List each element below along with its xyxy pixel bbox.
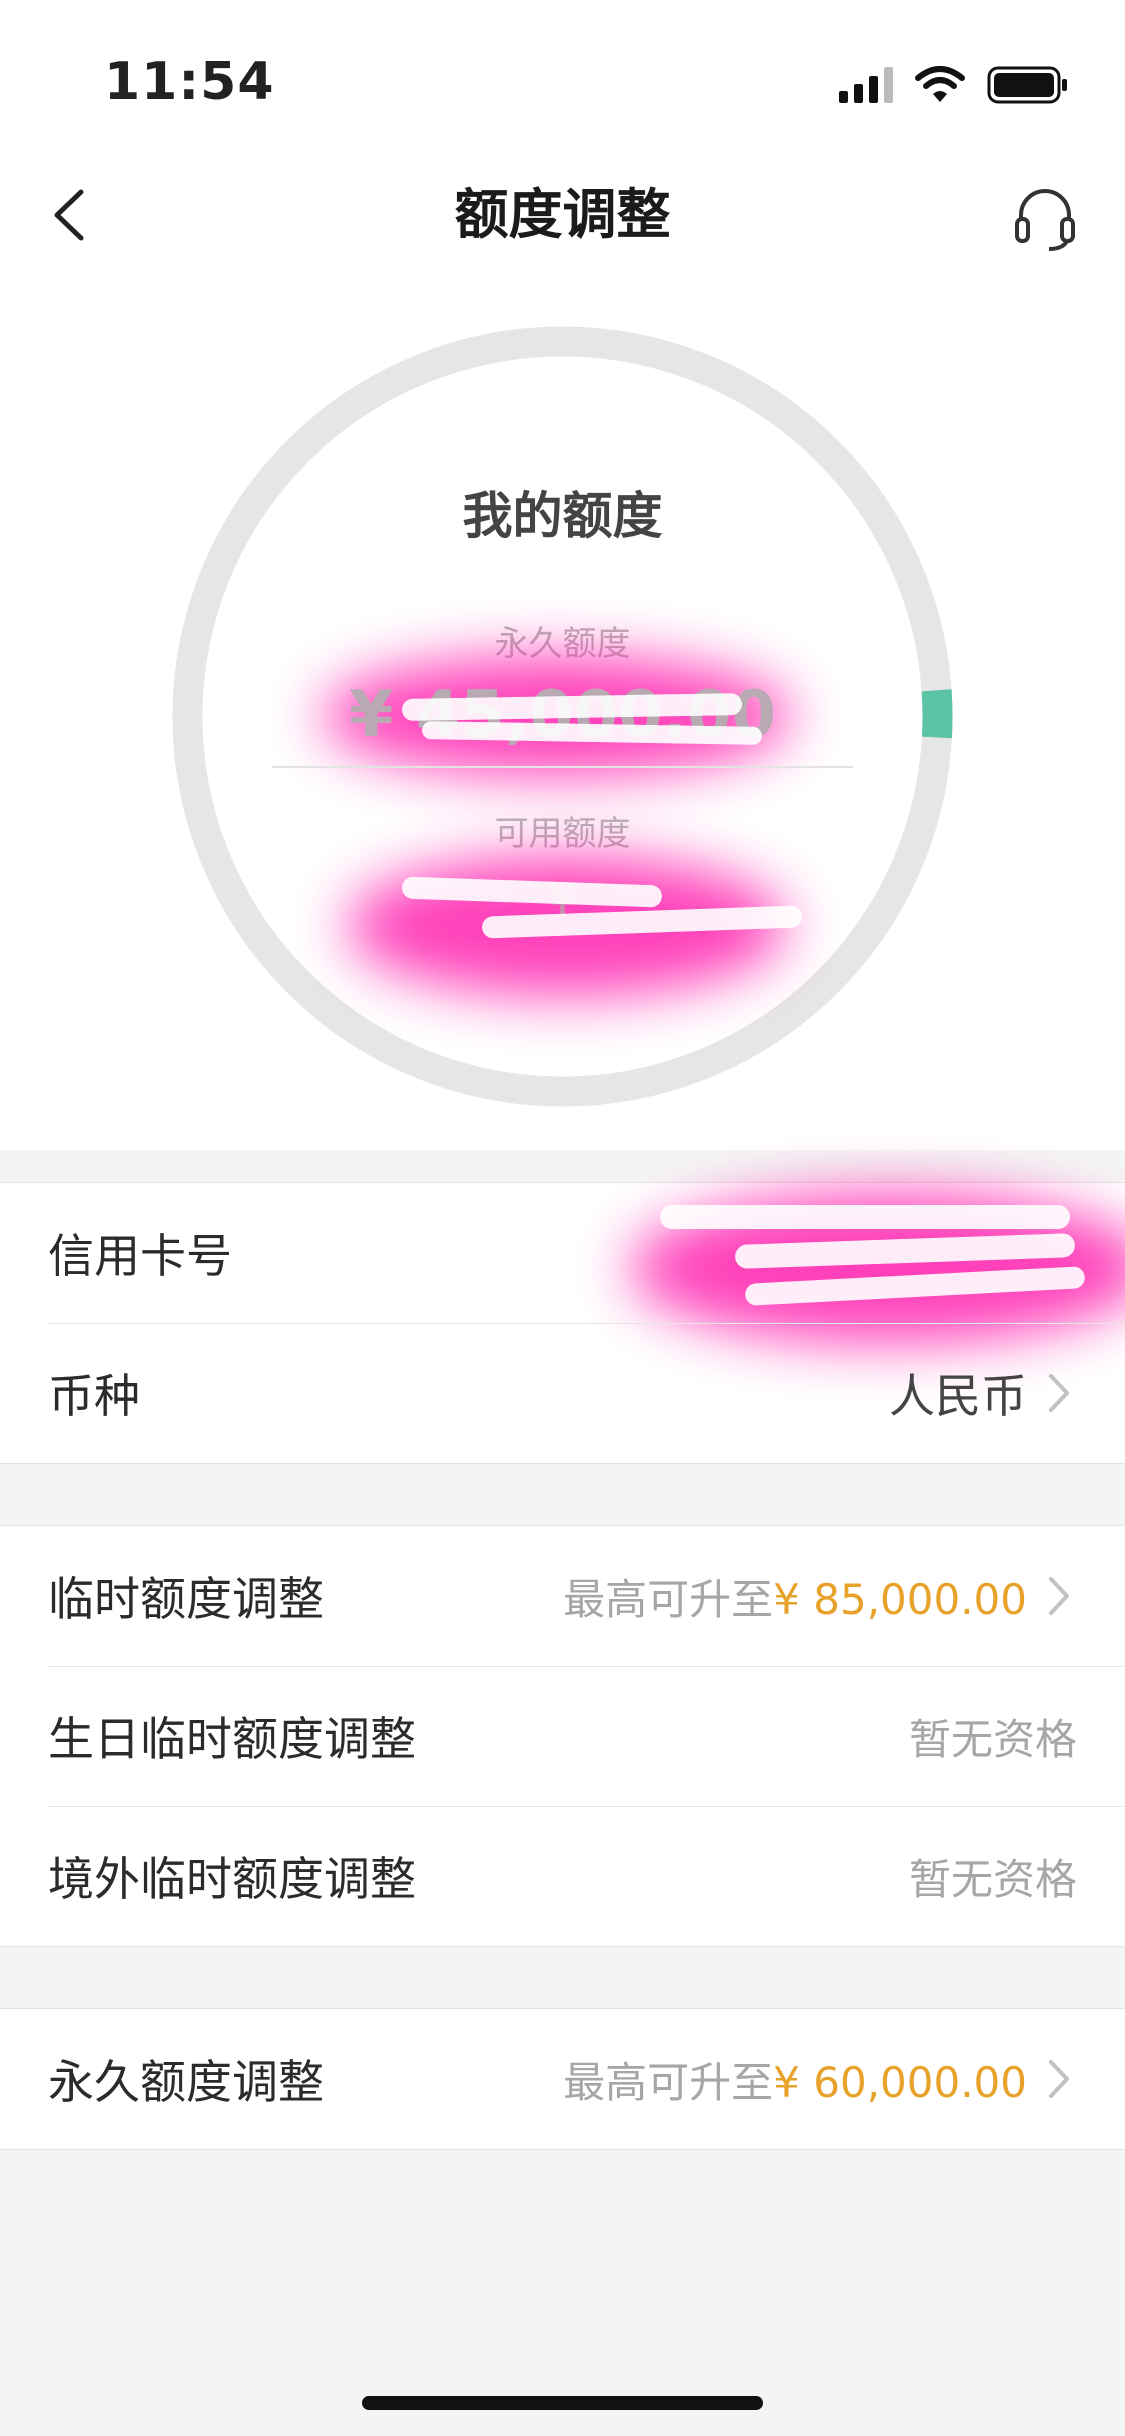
birthday-limit-row[interactable]: 生日临时额度调整 暂无资格: [0, 1666, 1125, 1806]
wifi-icon: [915, 66, 965, 102]
available-limit-label: 可用额度: [494, 814, 631, 854]
status-time: 11:54: [104, 52, 275, 112]
page-title: 额度调整: [454, 183, 671, 246]
permanent-limit-row[interactable]: 永久额度调整 最高可升至¥ 60,000.00: [0, 2009, 1125, 2149]
redaction-mark: [660, 1205, 1070, 1229]
signal-icon: [839, 67, 893, 103]
card-number-row: 信用卡号: [0, 1183, 1125, 1343]
battery-icon: [987, 66, 1067, 104]
currency-value-group: 人民币: [889, 1360, 1077, 1426]
status-icons: [839, 66, 1069, 104]
max-prefix: 最高可升至: [563, 1574, 774, 1624]
max-amount: ¥ 60,000.00: [773, 2057, 1027, 2107]
birthday-limit-label: 生日临时额度调整: [48, 1712, 416, 1766]
birthday-limit-status: 暂无资格: [908, 1714, 1077, 1764]
chevron-right-icon: [1041, 2059, 1077, 2099]
temporary-limit-label: 临时额度调整: [48, 1572, 324, 1626]
max-amount: ¥ 85,000.00: [773, 1574, 1027, 1624]
card-number-label: 信用卡号: [48, 1229, 232, 1283]
permanent-adjust-group: 永久额度调整 最高可升至¥ 60,000.00: [0, 2008, 1125, 2150]
permanent-adjust-label: 永久额度调整: [48, 2055, 324, 2109]
chevron-right-icon: [1041, 1576, 1077, 1616]
overseas-limit-status: 暂无资格: [908, 1854, 1077, 1904]
limit-gauge: 我的额度 永久额度 ¥ 45,000.00 可用额度 ¥: [172, 326, 953, 1107]
overseas-limit-label: 境外临时额度调整: [48, 1852, 416, 1906]
overseas-limit-status-group: 暂无资格: [909, 1846, 1077, 1907]
gauge-divider: [272, 766, 853, 768]
currency-label: 币种: [48, 1369, 140, 1423]
birthday-limit-status-group: 暂无资格: [909, 1706, 1077, 1767]
temporary-limit-max: 最高可升至¥ 85,000.00: [563, 1566, 1077, 1627]
card-info-group: 信用卡号 币种 人民币: [0, 1182, 1125, 1464]
max-prefix: 最高可升至: [563, 2057, 774, 2107]
home-indicator: [362, 2396, 763, 2410]
currency-value: 人民币: [889, 1369, 1027, 1423]
temporary-limit-row[interactable]: 临时额度调整 最高可升至¥ 85,000.00: [0, 1526, 1125, 1666]
chevron-right-icon: [1041, 1373, 1077, 1413]
temporary-adjust-group: 临时额度调整 最高可升至¥ 85,000.00 生日临时额度调整 暂无资格 境外…: [0, 1525, 1125, 1947]
customer-service-button[interactable]: [1005, 178, 1085, 258]
overseas-limit-row[interactable]: 境外临时额度调整 暂无资格: [0, 1806, 1125, 1946]
currency-row[interactable]: 币种 人民币: [0, 1323, 1125, 1463]
permanent-limit-max: 最高可升至¥ 60,000.00: [563, 2049, 1077, 2110]
headset-icon: [1015, 189, 1075, 251]
limit-title: 我的额度: [462, 487, 663, 545]
